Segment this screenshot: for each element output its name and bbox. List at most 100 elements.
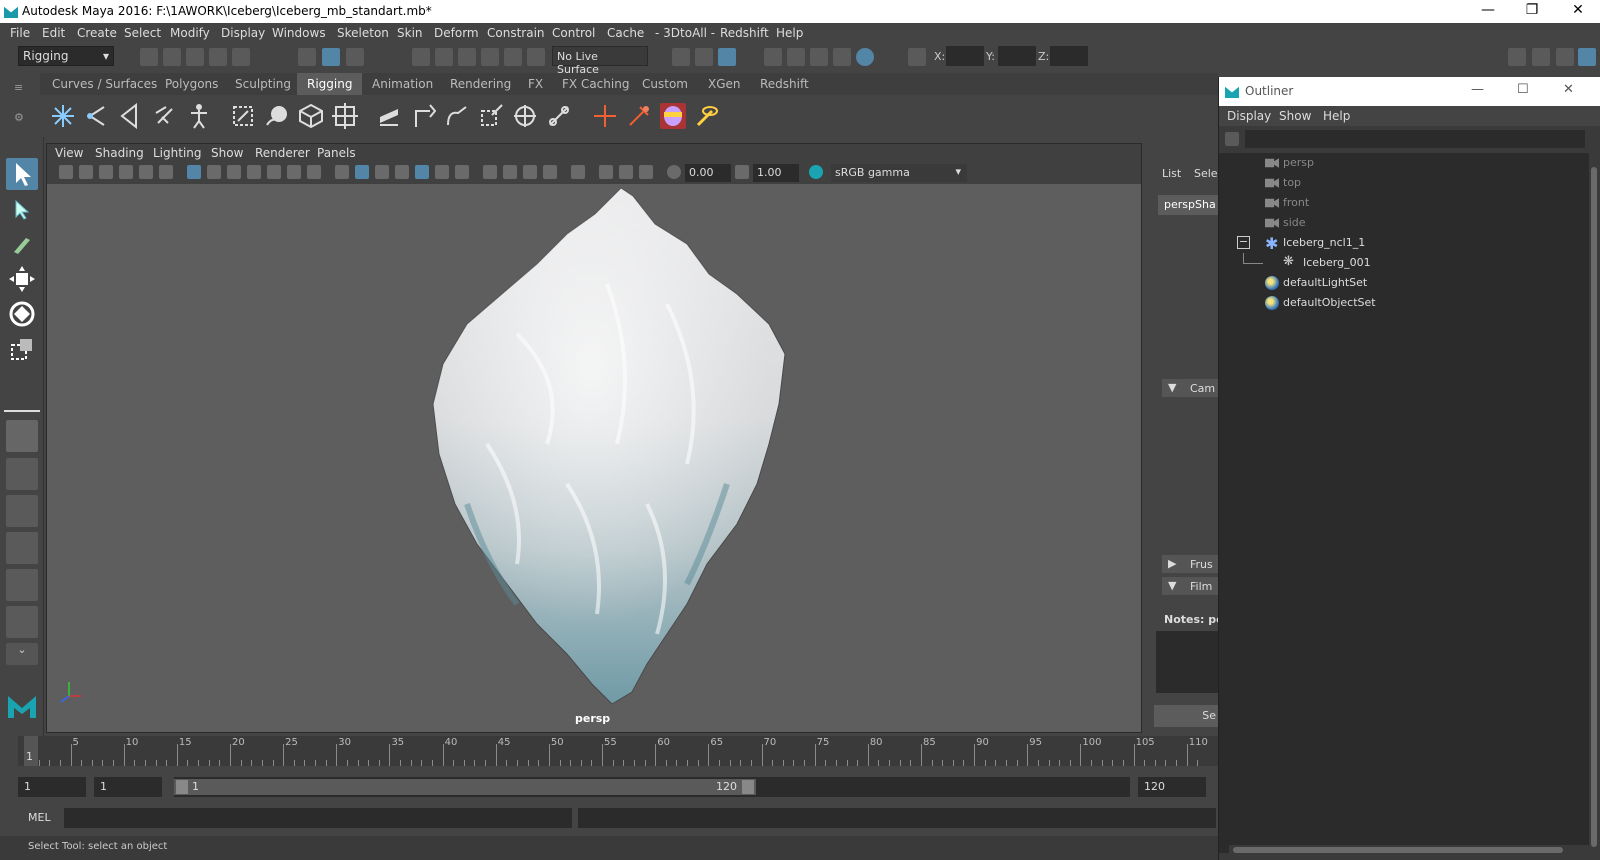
- move-tool[interactable]: [6, 263, 38, 295]
- redo-icon[interactable]: [232, 48, 250, 66]
- time-slider[interactable]: 5 10 15 20 25 30 35 40 45 50 55 60 65 70 75 80 85 90 95 100…: [18, 736, 1218, 766]
- hypershade-layout[interactable]: [6, 606, 38, 638]
- ipr-render-icon[interactable]: [810, 48, 828, 66]
- save-scene-icon[interactable]: [186, 48, 204, 66]
- menu-skin[interactable]: Skin: [397, 26, 423, 40]
- iceberg-mesh[interactable]: [47, 184, 1141, 732]
- isolate-select-icon[interactable]: [571, 165, 585, 179]
- cluster-icon[interactable]: [230, 103, 256, 129]
- outliner-item-iceberg-ncl[interactable]: − ✱ Iceberg_ncl1_1: [1219, 233, 1589, 253]
- menu-constrain[interactable]: Constrain: [487, 26, 545, 40]
- shelf-tab-polygons[interactable]: Polygons: [155, 73, 228, 95]
- shelf-tab-animation[interactable]: Animation: [362, 73, 443, 95]
- outliner-scroll-thumb[interactable]: [1591, 167, 1597, 847]
- viewport-menu-shading[interactable]: Shading: [95, 146, 144, 160]
- wireframe-icon[interactable]: [335, 165, 349, 179]
- maya-home-icon[interactable]: [6, 688, 38, 720]
- open-scene-icon[interactable]: [163, 48, 181, 66]
- shelf-tab-sculpting[interactable]: Sculpting: [225, 73, 301, 95]
- smooth-bind-icon[interactable]: [410, 103, 436, 129]
- outliner-item-iceberg-001[interactable]: ❋ Iceberg_001: [1219, 253, 1589, 273]
- attr-section-frustum[interactable]: ▶ Frus: [1162, 555, 1218, 573]
- make-live-icon[interactable]: [527, 48, 545, 66]
- range-end-field[interactable]: 120: [1138, 777, 1206, 797]
- shadows-icon[interactable]: [435, 165, 449, 179]
- gamma-input[interactable]: 1.00: [753, 164, 799, 182]
- image-plane-icon[interactable]: [119, 165, 133, 179]
- outliner-menu-show[interactable]: Show: [1279, 109, 1311, 123]
- outliner-horizontal-scrollbar[interactable]: [1229, 845, 1589, 855]
- attribute-editor-icon[interactable]: [1532, 48, 1550, 66]
- command-input[interactable]: [64, 808, 572, 828]
- ambient-occlusion-icon[interactable]: [483, 165, 497, 179]
- input-ops-icon[interactable]: [672, 48, 690, 66]
- close-button[interactable]: ✕: [1566, 2, 1590, 20]
- menu-file[interactable]: File: [10, 26, 30, 40]
- gamma-icon[interactable]: [735, 165, 749, 179]
- script-language-label[interactable]: MEL: [28, 811, 51, 824]
- range-start-field[interactable]: 1: [18, 777, 86, 797]
- menu-cache[interactable]: Cache: [607, 26, 644, 40]
- shelf-tab-redshift[interactable]: Redshift: [750, 73, 819, 95]
- menu-windows[interactable]: Windows: [272, 26, 326, 40]
- camera-attributes-icon[interactable]: [79, 165, 93, 179]
- perspective-viewport[interactable]: View Shading Lighting Show Renderer Pane…: [46, 143, 1142, 733]
- outliner-graph-layout[interactable]: [6, 569, 38, 601]
- viewport-menu-show[interactable]: Show: [211, 146, 243, 160]
- snap-grid-icon[interactable]: [412, 48, 430, 66]
- textured-icon[interactable]: [395, 165, 409, 179]
- viewport-canvas[interactable]: persp: [47, 184, 1141, 732]
- ik-handle-icon[interactable]: [84, 103, 110, 129]
- outliner-maximize-icon[interactable]: ☐: [1517, 82, 1529, 97]
- scale-tool[interactable]: [6, 333, 38, 365]
- range-slider-track[interactable]: 1 120: [174, 777, 1130, 797]
- create-locator-icon[interactable]: [152, 103, 178, 129]
- shelf-tab-rigging[interactable]: Rigging: [297, 73, 363, 95]
- menu-control[interactable]: Control: [552, 26, 595, 40]
- menu-modify[interactable]: Modify: [170, 26, 210, 40]
- render-view-icon[interactable]: [787, 48, 805, 66]
- select-tool[interactable]: [6, 158, 38, 190]
- construction-history-icon[interactable]: [718, 48, 736, 66]
- shelf-tab-custom[interactable]: Custom: [632, 73, 698, 95]
- shelf-tab-fx[interactable]: FX: [518, 73, 553, 95]
- menu-deform[interactable]: Deform: [434, 26, 479, 40]
- outliner-hscroll-thumb[interactable]: [1233, 847, 1563, 853]
- film-gate-icon[interactable]: [207, 165, 221, 179]
- field-chart-icon[interactable]: [267, 165, 281, 179]
- restore-button[interactable]: ❐: [1520, 2, 1544, 20]
- x-input[interactable]: [946, 46, 984, 66]
- paint-skin-weights-icon[interactable]: [444, 103, 470, 129]
- orient-constraint-icon[interactable]: [512, 103, 538, 129]
- depth-of-field-icon[interactable]: [543, 165, 557, 179]
- snap-live-icon[interactable]: [504, 48, 522, 66]
- select-by-component-icon[interactable]: [346, 48, 364, 66]
- y-input[interactable]: [998, 46, 1036, 66]
- color-space-dropdown[interactable]: sRGB gamma ▾: [831, 164, 967, 182]
- outliner-close-icon[interactable]: ✕: [1563, 82, 1574, 97]
- menu-skeleton[interactable]: Skeleton: [337, 26, 389, 40]
- smooth-shade-icon[interactable]: [355, 165, 369, 179]
- outliner-item-top[interactable]: top: [1219, 173, 1589, 193]
- outliner-menu-help[interactable]: Help: [1323, 109, 1350, 123]
- range-slider-bar[interactable]: [174, 779, 756, 795]
- select-camera-icon[interactable]: [59, 165, 73, 179]
- viewport-menu-panels[interactable]: Panels: [317, 146, 356, 160]
- color-management-icon[interactable]: [809, 165, 823, 179]
- playback-start-field[interactable]: 1: [94, 777, 162, 797]
- menu-create[interactable]: Create: [77, 26, 117, 40]
- ik-spline-icon[interactable]: [118, 103, 144, 129]
- outliner-persp-layout[interactable]: [6, 495, 38, 527]
- soft-modification-icon[interactable]: [264, 103, 290, 129]
- shelf-tab-rendering[interactable]: Rendering: [440, 73, 521, 95]
- new-scene-icon[interactable]: [140, 48, 158, 66]
- menu-select[interactable]: Select: [124, 26, 161, 40]
- quick-rig-icon[interactable]: [186, 103, 212, 129]
- outliner-item-front[interactable]: front: [1219, 193, 1589, 213]
- snap-curve-icon[interactable]: [435, 48, 453, 66]
- gate-mask-icon[interactable]: [247, 165, 261, 179]
- hud-icon[interactable]: [599, 165, 613, 179]
- shelf-tab-xgen[interactable]: XGen: [698, 73, 751, 95]
- viewport-menu-renderer[interactable]: Renderer: [255, 146, 310, 160]
- snap-point-icon[interactable]: [458, 48, 476, 66]
